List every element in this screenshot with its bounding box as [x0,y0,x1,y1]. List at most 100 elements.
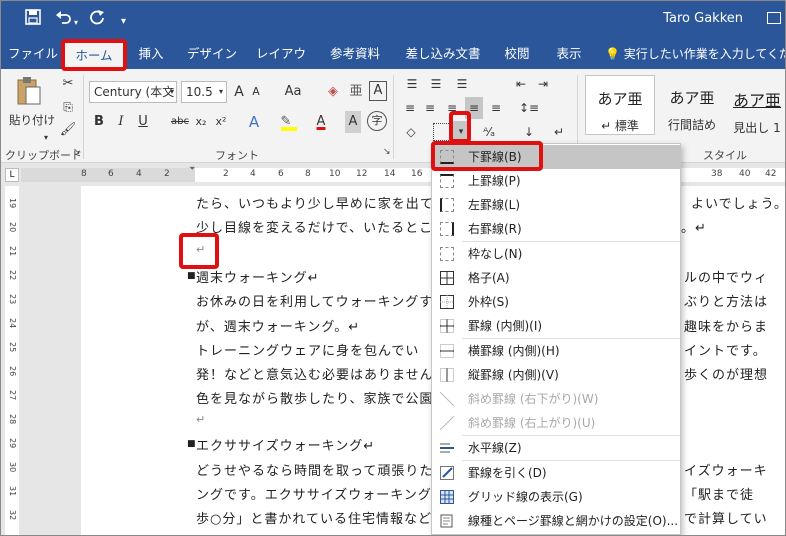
undo-icon[interactable] [55,9,73,30]
character-border-icon[interactable]: A [369,81,387,101]
tab-review[interactable]: 校閲 [497,39,537,69]
tab-selector-icon[interactable]: L [5,168,19,182]
doc-line[interactable]: 少し目線を変えるだけで、いたるとこ [196,217,433,236]
tab-view[interactable]: 表示 [549,39,589,69]
bullets-icon[interactable]: ☰ [401,73,423,95]
text-effects-icon[interactable]: A [245,111,263,133]
tab-design[interactable]: デザイン [181,39,243,69]
bold-button[interactable]: B [91,111,107,133]
save-icon[interactable] [25,9,41,30]
doc-line-right[interactable]: 歩くのが理想 [684,364,768,383]
doc-line-right[interactable]: 。↵ [681,217,707,236]
doc-line[interactable]: たら、いつもより少し早めに家を出て、 [196,193,447,212]
menu-item-horizontal-line[interactable]: 水平線(Z) [432,436,680,460]
italic-button[interactable]: I [113,111,129,133]
shrink-font-icon[interactable]: A [249,81,263,103]
enclose-characters-icon[interactable]: 字 [367,111,387,131]
font-color-icon[interactable]: A [313,111,329,133]
redo-icon[interactable] [89,9,105,30]
doc-line[interactable]: ングです。エクササイズウォーキング [196,484,432,503]
menu-item-outside-borders[interactable]: 外枠(S) [432,290,680,314]
asian-layout-icon[interactable]: ᴬ⁄ₐ [477,121,501,143]
clipboard-launcher-icon[interactable]: ↘ [73,147,81,157]
style-heading-1[interactable]: あア亜 見出し 1 [727,75,785,135]
doc-line[interactable]: 発！などと意気込む必要はありません [196,364,434,383]
doc-line[interactable]: どうせやるなら時間を取って頑張りた [196,460,433,479]
show-marks-icon[interactable]: ↵ [549,121,569,143]
doc-line[interactable]: が、週末ウォーキング。↵ [196,316,360,335]
doc-line[interactable]: 歩○分」と書かれている住宅情報など [196,508,432,527]
menu-item-inside-horizontal[interactable]: 横罫線 (内側)(H) [432,339,680,363]
superscript-button[interactable]: x² [213,111,229,133]
indent-marker-icon[interactable]: ⏷ [189,164,195,174]
doc-line-right[interactable]: 「駅まで徒 [684,484,754,503]
tab-mailings[interactable]: 差し込み文書 [399,39,487,69]
align-left-icon[interactable]: ≡ [401,97,419,119]
grow-font-icon[interactable]: A [231,81,247,103]
menu-item-right-border[interactable]: 右罫線(R) [432,217,680,241]
ribbon-display-options-icon[interactable] [767,12,781,24]
change-case-icon[interactable]: Aa [281,81,305,103]
tab-layout[interactable]: レイアウト [251,39,311,91]
phonetic-guide-icon[interactable]: 亜 [347,81,365,103]
font-size-dropdown-icon[interactable]: ▾ [215,81,227,103]
doc-heading[interactable]: 週末ウォーキング↵ [196,267,320,286]
undo-dropdown-icon[interactable]: ▾ [74,13,78,33]
doc-line-right[interactable]: イズウォーキ [684,460,768,479]
doc-line-right[interactable]: よいでしょう。 [691,193,785,212]
style-no-spacing[interactable]: あア亜 行間詰め [657,75,727,135]
menu-item-borders-shading[interactable]: 線種とページ罫線と網かけの設定(O)... [432,509,680,533]
menu-item-diagonal-up[interactable]: 斜め罫線 (右上がり)(U) [432,411,680,435]
underline-button[interactable]: U [135,111,151,133]
empty-paragraph-mark[interactable]: ↵ [196,413,206,426]
ruler-number: 29 [8,438,17,449]
clear-formatting-icon[interactable]: ◈ [323,81,343,103]
numbering-icon[interactable]: ☰ [425,73,447,95]
cut-icon[interactable]: ✂ [59,73,77,95]
shading-icon[interactable]: ◇ [401,121,421,143]
doc-line[interactable]: お休みの日を利用してウォーキングす [196,291,433,310]
character-shading-icon[interactable]: A [345,111,361,133]
doc-line-right[interactable]: ぶりと方法は [684,291,768,310]
doc-line[interactable]: 色を見ながら散歩したり、家族で公園 [196,388,433,407]
tab-references[interactable]: 参考資料 [323,39,387,69]
font-launcher-icon[interactable]: ↘ [383,147,391,157]
menu-item-top-border[interactable]: 上罫線(P) [432,169,680,193]
sort-icon[interactable]: ↓ [519,121,539,143]
line-spacing-icon[interactable]: ↕≡ [517,97,541,119]
multilevel-list-icon[interactable]: ☰ [451,73,473,95]
doc-line-right[interactable]: 趣味をからま [684,316,768,335]
align-center-icon[interactable]: ≡ [421,97,439,119]
paste-icon[interactable] [11,75,47,109]
copy-icon[interactable]: ⎘ [59,96,77,118]
format-painter-icon[interactable]: 🖌 [59,119,77,141]
tab-file[interactable]: ファイル [7,39,59,69]
menu-item-all-borders[interactable]: 格子(A) [432,266,680,290]
font-name-combo[interactable]: Century (本文 [89,81,177,103]
doc-line-right[interactable]: で計算してい [684,508,768,527]
strikethrough-button[interactable]: abc [169,111,191,133]
tab-insert[interactable]: 挿入 [129,39,173,69]
ruler-number: 14 [384,169,396,179]
doc-line-right[interactable]: ルの中でウィ [684,267,768,286]
menu-item-inside-borders[interactable]: 罫線 (内側)(I) [432,314,680,338]
paste-dropdown-icon[interactable]: ▾ [41,127,51,149]
menu-item-draw-table[interactable]: 罫線を引く(D) [432,461,680,485]
font-name-dropdown-icon[interactable]: ▾ [166,81,178,103]
tell-me-box[interactable]: 💡 実行したい作業を入力してくださ [605,39,785,69]
doc-line-right[interactable]: イントです。 [684,340,767,359]
doc-line[interactable]: トレーニングウェアに身を包んでい [196,340,419,359]
distributed-icon[interactable]: ≡ [487,97,505,119]
style-normal[interactable]: あア亜 ↵ 標準 [585,75,655,135]
decrease-indent-icon[interactable]: ⇤ [511,73,531,95]
menu-item-view-gridlines[interactable]: グリッド線の表示(G) [432,485,680,509]
increase-indent-icon[interactable]: ⇥ [533,73,553,95]
menu-item-left-border[interactable]: 左罫線(L) [432,193,680,217]
subscript-button[interactable]: x₂ [193,111,209,133]
user-name[interactable]: Taro Gakken [663,11,743,26]
customize-qat-icon[interactable]: ▾ [121,12,126,32]
menu-item-diagonal-down[interactable]: 斜め罫線 (右下がり)(W) [432,387,680,411]
menu-item-no-border[interactable]: 枠なし(N) [432,242,680,266]
doc-heading[interactable]: エクササイズウォーキング↵ [196,435,375,454]
menu-item-inside-vertical[interactable]: 縦罫線 (内側)(V) [432,363,680,387]
